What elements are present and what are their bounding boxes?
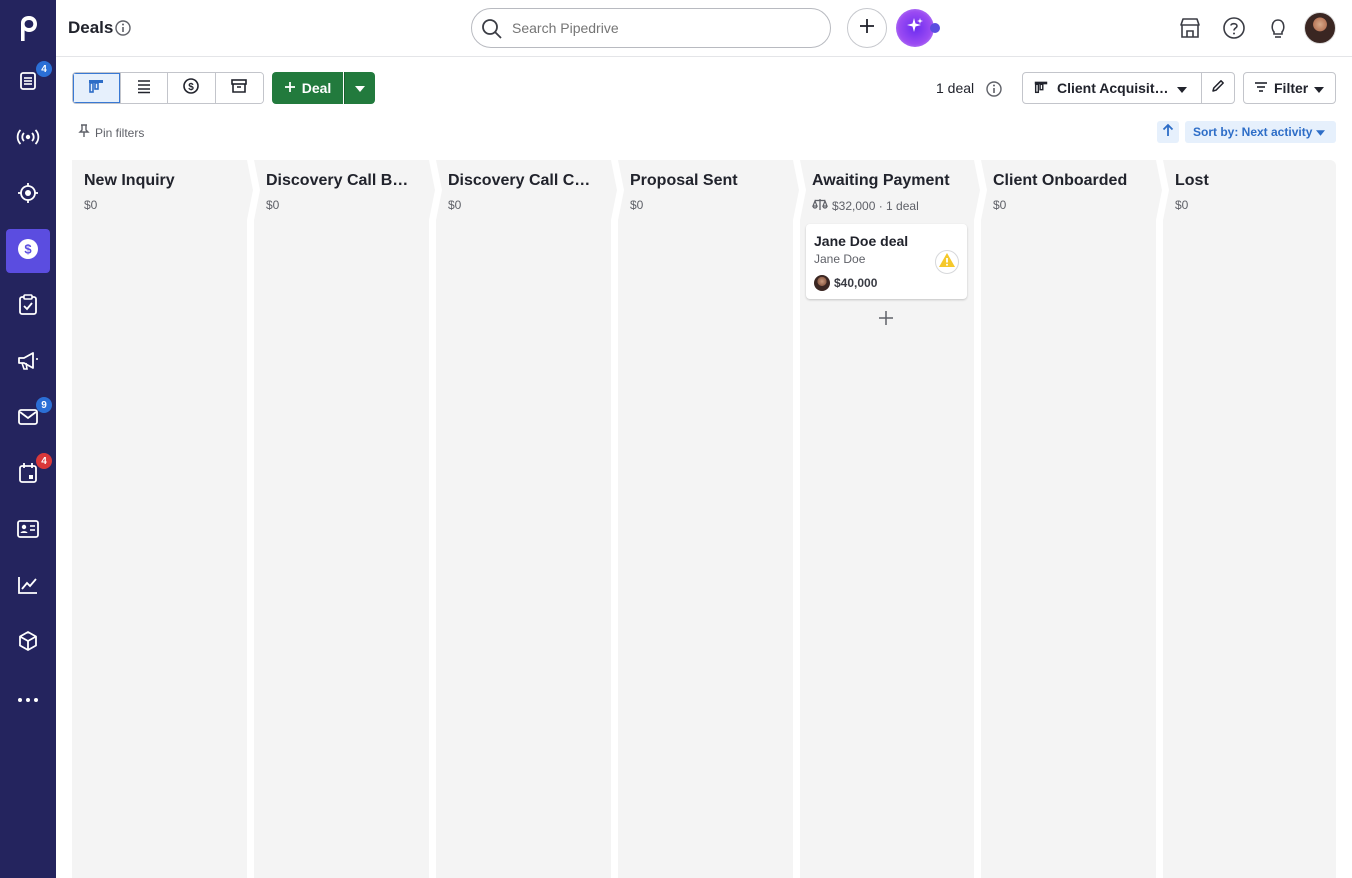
plus-icon [284,80,296,96]
pencil-icon [1210,78,1226,99]
stage-column: Client Onboarded $0 [981,160,1156,878]
insights-icon [17,575,39,600]
archive-icon [230,77,248,100]
marketplace-icon[interactable] [1178,16,1202,45]
add-deal-label: Deal [301,80,332,96]
products-icon [17,630,39,657]
search-input[interactable] [512,18,812,38]
list-view-button[interactable] [120,73,168,103]
stage-chevrons [247,160,1169,220]
info-icon[interactable] [114,19,132,42]
sidebar-item-deals[interactable]: $ [6,229,50,273]
activities-icon [18,293,38,321]
sidebar-item-products[interactable] [6,621,50,665]
stage-column: Discovery Call Completed $0 [436,160,611,878]
ai-assistant-button[interactable] [896,9,934,47]
pipeline-name: Client Acquisition [1057,80,1169,96]
sidebar-item-insights[interactable] [6,565,50,609]
list-icon [135,77,153,100]
forecast-icon: $ [182,77,200,100]
search-box[interactable] [471,8,831,48]
mail-badge: 9 [36,397,52,413]
svg-text:$: $ [188,82,194,93]
more-icon [17,690,39,708]
help-icon[interactable] [1222,16,1246,45]
stage-column: Lost $0 [1163,160,1336,878]
sidebar-item-mail[interactable]: 9 [6,397,52,441]
pipeline-view-button[interactable] [73,73,121,103]
arrow-up-icon [1162,123,1174,142]
kanban-icon [87,77,105,100]
activity-warning-button[interactable] [935,250,959,274]
deal-count: 1 deal [936,80,975,96]
archive-view-button[interactable] [215,73,263,103]
sidebar-item-broadcast[interactable] [6,117,50,161]
pin-filters-button[interactable]: Pin filters [78,124,144,141]
calendar-badge: 4 [36,453,52,469]
stage-column: Discovery Call Booked $0 [254,160,429,878]
caret-down-icon [355,79,365,97]
filter-icon [1254,80,1268,96]
filter-label: Filter [1274,80,1309,96]
search-icon [480,17,504,46]
calendar-icon [18,462,38,489]
stage-column: Proposal Sent $0 [618,160,793,878]
pin-icon [78,124,90,141]
quick-add-button[interactable] [847,8,887,48]
sort-direction-button[interactable] [1157,121,1179,143]
sidebar-item-campaigns[interactable] [6,341,50,385]
user-avatar[interactable] [1304,12,1336,44]
kanban-icon [1033,79,1049,98]
owner-avatar [814,275,830,291]
stage-column: New Inquiry $0 [72,160,247,878]
add-deal-to-stage-button[interactable] [876,310,896,330]
pin-filters-label: Pin filters [95,125,145,140]
plus-icon [878,310,894,331]
lightbulb-icon[interactable] [1266,16,1290,45]
filter-button[interactable]: Filter [1243,72,1336,104]
sidebar-item-calendar[interactable]: 4 [6,453,52,497]
svg-text:$: $ [24,241,32,256]
deal-card-person: Jane Doe [814,252,866,266]
sort-label: Sort by: Next activity [1193,125,1313,139]
sidebar-item-more[interactable] [6,677,50,721]
contacts-icon [16,519,40,544]
sort-by-dropdown[interactable]: Sort by: Next activity [1185,121,1336,143]
sidebar-item-activities[interactable] [6,285,50,329]
campaigns-icon [17,351,39,376]
sidebar-item-contacts[interactable] [6,509,50,553]
edit-pipeline-button[interactable] [1201,72,1235,104]
top-bar: Deals [56,0,1352,57]
deals-icon: $ [17,238,39,265]
forecast-view-button[interactable]: $ [168,73,216,103]
page-title: Deals [68,18,114,37]
leads-icon [18,71,38,96]
sidebar: 4 $ 9 4 [0,0,56,878]
mail-icon [17,408,39,431]
caret-down-icon [1177,80,1187,96]
ai-status-dot [930,23,940,33]
sidebar-item-leads[interactable]: 4 [6,61,52,105]
pipedrive-logo[interactable] [0,0,56,56]
view-switcher: $ [72,72,264,104]
add-deal-button[interactable]: Deal [272,72,343,104]
add-deal-dropdown[interactable] [344,72,375,104]
sparkle-icon [905,16,925,41]
caret-down-icon [1316,125,1326,139]
plus-icon [858,17,876,40]
leads-badge: 4 [36,61,52,77]
pipeline-selector[interactable]: Client Acquisition [1022,72,1202,104]
caret-down-icon [1314,80,1325,96]
warning-icon [938,252,956,273]
deal-card-title: Jane Doe deal [814,233,909,249]
deal-card[interactable]: Jane Doe deal Jane Doe $40,000 [806,224,967,299]
broadcast-icon [15,127,41,152]
deal-count-info-icon[interactable] [985,80,1003,103]
deal-card-value: $40,000 [834,276,878,290]
